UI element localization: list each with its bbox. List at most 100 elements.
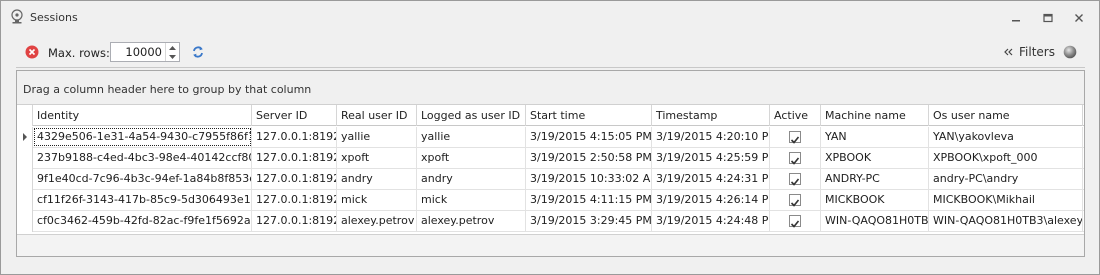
- max-rows-input[interactable]: [111, 43, 165, 61]
- minimize-button[interactable]: [1005, 9, 1027, 27]
- cell-logged-as[interactable]: mick: [417, 190, 526, 210]
- cell-os-user-name[interactable]: andry-PC\andry: [929, 169, 1083, 189]
- column-header-start-time[interactable]: Start time: [526, 105, 652, 126]
- cell-os-user-name[interactable]: MICKBOOK\Mikhail: [929, 190, 1083, 210]
- grid-header: Identity Server ID Real user ID Logged a…: [17, 105, 1084, 126]
- row-indicator: [17, 190, 33, 211]
- red-x-icon[interactable]: [25, 45, 39, 62]
- window-title: Sessions: [30, 11, 78, 24]
- column-header-os-user-name[interactable]: Os user name: [929, 105, 1083, 126]
- active-checkbox[interactable]: [789, 194, 801, 207]
- row-indicator: [17, 211, 33, 232]
- cell-start-time[interactable]: 3/19/2015 10:33:02 AM: [526, 169, 652, 189]
- cell-machine-name[interactable]: YAN: [821, 127, 929, 147]
- cell-logged-as[interactable]: xpoft: [417, 148, 526, 168]
- cell-server-id[interactable]: 127.0.0.1:8192: [252, 190, 337, 210]
- cell-logged-as[interactable]: alexey.petrov: [417, 211, 526, 231]
- cell-machine-name[interactable]: ANDRY-PC: [821, 169, 929, 189]
- column-header-machine-name[interactable]: Machine name: [821, 105, 929, 126]
- cell-real-user-id[interactable]: yallie: [337, 127, 417, 147]
- cell-start-time[interactable]: 3/19/2015 3:29:45 PM: [526, 211, 652, 231]
- cell-real-user-id[interactable]: mick: [337, 190, 417, 210]
- column-header-server-id[interactable]: Server ID: [252, 105, 337, 126]
- cell-machine-name[interactable]: MICKBOOK: [821, 190, 929, 210]
- sessions-monitor-icon: [10, 9, 24, 25]
- cell-start-time[interactable]: 3/19/2015 2:50:58 PM: [526, 148, 652, 168]
- cell-logged-as[interactable]: yallie: [417, 127, 526, 147]
- checkmark-icon: [790, 178, 800, 186]
- checkmark-icon: [790, 199, 800, 207]
- column-header-real-user-id[interactable]: Real user ID: [337, 105, 417, 126]
- cell-timestamp[interactable]: 3/19/2015 4:24:48 PM: [652, 211, 770, 231]
- cell-identity[interactable]: cf0c3462-459b-42fd-82ac-f9fe1f5692ab: [33, 211, 252, 231]
- current-row-arrow-icon: [23, 133, 27, 141]
- table-row[interactable]: 237b9188-c4ed-4bc3-98e4-40142ccf801b 127…: [17, 148, 1084, 169]
- table-row[interactable]: 9f1e40cd-7c96-4b3c-94ef-1a84b8f853c2 127…: [17, 169, 1084, 190]
- active-checkbox[interactable]: [789, 152, 801, 165]
- close-button[interactable]: [1068, 9, 1090, 27]
- sessions-grid: Drag a column header here to group by th…: [16, 70, 1085, 257]
- chevron-down-icon: [169, 54, 176, 59]
- toolbar: Max. rows: Filte: [16, 36, 1085, 68]
- refresh-icon[interactable]: [191, 45, 205, 62]
- cell-start-time[interactable]: 3/19/2015 4:15:05 PM: [526, 127, 652, 147]
- cell-os-user-name[interactable]: XPBOOK\xpoft_000: [929, 148, 1083, 168]
- cell-timestamp[interactable]: 3/19/2015 4:20:10 PM: [652, 127, 770, 147]
- cell-logged-as[interactable]: andry: [417, 169, 526, 189]
- cell-server-id[interactable]: 127.0.0.1:8192: [252, 127, 337, 147]
- cell-start-time[interactable]: 3/19/2015 4:11:15 PM: [526, 190, 652, 210]
- group-by-hint: Drag a column header here to group by th…: [23, 83, 312, 96]
- table-row[interactable]: cf11f26f-3143-417b-85c9-5d306493e1d7 127…: [17, 190, 1084, 211]
- cell-real-user-id[interactable]: andry: [337, 169, 417, 189]
- cell-machine-name[interactable]: WIN-QAQO81H0TB3: [821, 211, 929, 231]
- maximize-button[interactable]: [1037, 9, 1059, 27]
- cell-active[interactable]: [770, 127, 821, 147]
- table-row[interactable]: 4329e506-1e31-4a54-9430-c7955f86f1f4 127…: [17, 127, 1084, 148]
- cell-server-id[interactable]: 127.0.0.1:8192: [252, 148, 337, 168]
- column-header-timestamp[interactable]: Timestamp: [652, 105, 770, 126]
- minimize-icon: [1012, 20, 1020, 22]
- cell-server-id[interactable]: 127.0.0.1:8192: [252, 169, 337, 189]
- column-header-logged-as[interactable]: Logged as user ID: [417, 105, 526, 126]
- column-header-active[interactable]: Active: [770, 105, 821, 126]
- row-indicator-header: [17, 105, 33, 126]
- cell-active[interactable]: [770, 190, 821, 210]
- cell-machine-name[interactable]: XPBOOK: [821, 148, 929, 168]
- cell-timestamp[interactable]: 3/19/2015 4:25:59 PM: [652, 148, 770, 168]
- cell-real-user-id[interactable]: alexey.petrov: [337, 211, 417, 231]
- title-bar: Sessions: [1, 1, 1099, 35]
- sessions-window: Sessions Max. rows: 10000 Filters Drag a…: [0, 0, 1100, 275]
- cell-active[interactable]: [770, 211, 821, 231]
- cell-timestamp[interactable]: 3/19/2015 4:24:31 PM: [652, 169, 770, 189]
- cell-os-user-name[interactable]: YAN\yakovleva: [929, 127, 1083, 147]
- cell-identity[interactable]: 9f1e40cd-7c96-4b3c-94ef-1a84b8f853c2: [33, 169, 252, 189]
- spin-down-button[interactable]: [166, 52, 179, 61]
- chevron-up-icon: [169, 45, 176, 50]
- cell-real-user-id[interactable]: xpoft: [337, 148, 417, 168]
- max-rows-spinner[interactable]: [110, 42, 180, 62]
- table-row[interactable]: cf0c3462-459b-42fd-82ac-f9fe1f5692ab 127…: [17, 211, 1084, 232]
- cell-identity[interactable]: 237b9188-c4ed-4bc3-98e4-40142ccf801b: [33, 148, 252, 168]
- cell-identity[interactable]: cf11f26f-3143-417b-85c9-5d306493e1d7: [33, 190, 252, 210]
- filters-button[interactable]: Filters: [1004, 44, 1055, 60]
- cell-timestamp[interactable]: 3/19/2015 4:26:14 PM: [652, 190, 770, 210]
- cell-server-id[interactable]: 127.0.0.1:8192: [252, 211, 337, 231]
- spinner-buttons: [165, 43, 179, 61]
- cell-os-user-name[interactable]: WIN-QAQO81H0TB3\alexey: [929, 211, 1083, 231]
- cell-identity[interactable]: 4329e506-1e31-4a54-9430-c7955f86f1f4: [33, 127, 252, 147]
- cell-active[interactable]: [770, 148, 821, 168]
- checkmark-icon: [790, 220, 800, 228]
- row-indicator: [17, 127, 33, 148]
- row-indicator: [17, 148, 33, 169]
- active-checkbox[interactable]: [789, 215, 801, 228]
- group-by-panel[interactable]: Drag a column header here to group by th…: [17, 71, 1084, 105]
- filters-label: Filters: [1019, 45, 1055, 59]
- checkmark-icon: [790, 157, 800, 165]
- active-checkbox[interactable]: [789, 173, 801, 186]
- spin-up-button[interactable]: [166, 43, 179, 52]
- column-header-identity[interactable]: Identity: [33, 105, 252, 126]
- checkmark-icon: [790, 136, 800, 144]
- gray-orb-icon: [1063, 45, 1077, 62]
- cell-active[interactable]: [770, 169, 821, 189]
- active-checkbox[interactable]: [789, 131, 801, 144]
